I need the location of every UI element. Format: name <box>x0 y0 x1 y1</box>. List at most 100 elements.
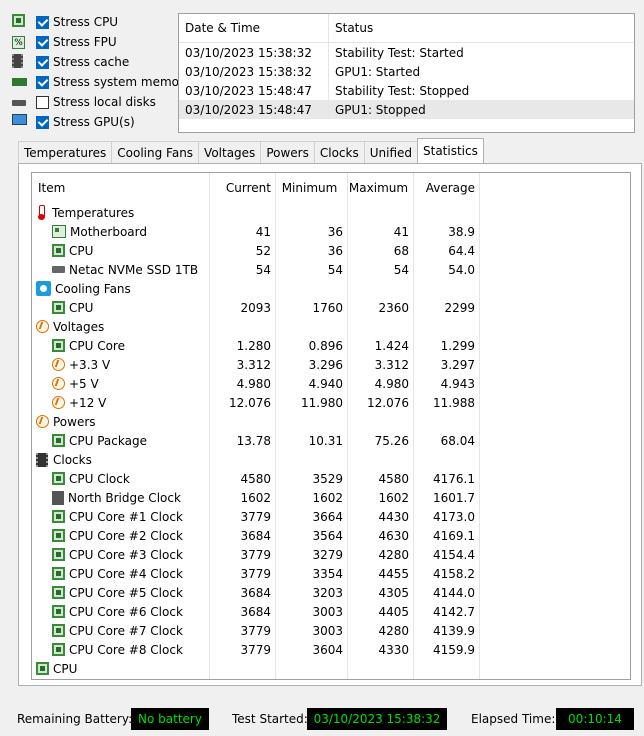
row-item: +5 V <box>32 377 209 391</box>
row-label: Voltages <box>53 319 105 334</box>
cpu-chip-icon <box>52 339 69 352</box>
row-average: 4139.9 <box>433 623 475 638</box>
row-item: Netac NVMe SSD 1TB <box>32 263 209 277</box>
table-row[interactable]: CPU Core #1 Clock 3779 3664 4430 4173.0 <box>32 507 630 526</box>
table-row[interactable]: CPU Clock 4580 3529 4580 4176.1 <box>32 469 630 488</box>
cpu-chip-icon <box>52 586 69 599</box>
group-row[interactable]: Powers <box>32 412 630 431</box>
table-row[interactable]: +3.3 V 3.312 3.296 3.312 3.297 <box>32 355 630 374</box>
table-row[interactable]: CPU 2093 1760 2360 2299 <box>32 298 630 317</box>
tab-powers[interactable]: Powers <box>260 141 315 163</box>
row-label: Clocks <box>53 452 92 467</box>
header-minimum[interactable]: Minimum <box>275 173 347 203</box>
row-average: 4154.4 <box>433 547 475 562</box>
tab-clocks[interactable]: Clocks <box>313 141 365 163</box>
table-row[interactable]: Netac NVMe SSD 1TB 54 54 54 54.0 <box>32 260 630 279</box>
stress-checkbox[interactable] <box>36 55 49 69</box>
table-row[interactable]: Motherboard 41 36 41 38.9 <box>32 222 630 241</box>
table-row[interactable]: North Bridge Clock 1602 1602 1602 1601.7 <box>32 488 630 507</box>
cpu-chip-icon <box>52 567 69 580</box>
stress-checkbox[interactable] <box>36 115 49 129</box>
log-row[interactable]: 03/10/2023 15:48:47 GPU1: Stopped <box>179 100 634 119</box>
table-row[interactable]: CPU Package 13.78 10.31 75.26 68.04 <box>32 431 630 450</box>
header-maximum[interactable]: Maximum <box>347 173 413 203</box>
cpu-chip-icon <box>52 548 69 561</box>
table-row[interactable]: CPU Core #6 Clock 3684 3003 4405 4142.7 <box>32 602 630 621</box>
stress-option-4[interactable]: Stress local disks <box>12 92 156 112</box>
row-current: 3684 <box>240 528 271 543</box>
voltage-icon <box>52 358 69 371</box>
group-row[interactable]: Clocks <box>32 450 630 469</box>
voltage-icon <box>36 320 53 333</box>
log-header-status[interactable]: Status <box>329 21 373 35</box>
row-minimum: 3203 <box>312 585 343 600</box>
table-row[interactable]: CPU Core #7 Clock 3779 3003 4280 4139.9 <box>32 621 630 640</box>
log-header-date[interactable]: Date & Time <box>179 14 329 42</box>
statistics-grid[interactable]: Item Current Minimum Maximum Average Tem… <box>31 172 631 680</box>
table-row[interactable]: +12 V 12.076 11.980 12.076 11.988 <box>32 393 630 412</box>
group-row[interactable]: Cooling Fans <box>32 279 630 298</box>
table-row[interactable]: +5 V 4.980 4.940 4.980 4.943 <box>32 374 630 393</box>
cpu-chip-icon <box>52 510 69 523</box>
table-row[interactable]: CPU Core #5 Clock 3684 3203 4305 4144.0 <box>32 583 630 602</box>
stress-option-2[interactable]: Stress cache <box>12 52 129 72</box>
log-row[interactable]: 03/10/2023 15:48:47 Stability Test: Stopp… <box>179 81 634 100</box>
row-current: 3779 <box>240 509 271 524</box>
stress-option-3[interactable]: Stress system memory <box>12 72 191 92</box>
stress-option-1[interactable]: % Stress FPU <box>12 32 117 52</box>
stress-checkbox[interactable] <box>36 95 49 109</box>
row-minimum: 3003 <box>312 623 343 638</box>
row-maximum: 4305 <box>378 585 409 600</box>
row-item: CPU Core #1 Clock <box>32 510 209 524</box>
status-log-table: Date & Time Status 03/10/2023 15:38:32 St… <box>178 13 635 133</box>
row-maximum: 4280 <box>378 623 409 638</box>
stress-checkbox[interactable] <box>36 75 49 89</box>
stress-option-label: Stress cache <box>53 55 130 69</box>
row-label: CPU <box>53 661 78 676</box>
elapsed-time-value: 00:10:14 <box>556 708 634 730</box>
stress-checkbox[interactable] <box>36 35 49 49</box>
log-status: Stability Test: Started <box>335 45 464 60</box>
tab-temperatures[interactable]: Temperatures <box>18 141 113 163</box>
group-row[interactable]: Voltages <box>32 317 630 336</box>
row-minimum: 3279 <box>312 547 343 562</box>
row-item: +3.3 V <box>32 358 209 372</box>
header-average[interactable]: Average <box>413 173 479 203</box>
group-row[interactable]: Temperatures <box>32 203 630 222</box>
log-row[interactable]: 03/10/2023 15:38:32 Stability Test: Start… <box>179 43 634 62</box>
row-minimum: 0.896 <box>308 338 343 353</box>
row-current: 41 <box>255 224 271 239</box>
row-label: CPU <box>69 243 94 258</box>
tab-statistics[interactable]: Statistics <box>417 138 484 163</box>
stress-option-5[interactable]: Stress GPU(s) <box>12 112 135 132</box>
table-row[interactable]: CPU 52 36 68 64.4 <box>32 241 630 260</box>
header-current[interactable]: Current <box>209 173 275 203</box>
table-row[interactable]: CPU Core 1.280 0.896 1.424 1.299 <box>32 336 630 355</box>
tab-unified[interactable]: Unified <box>363 141 418 163</box>
row-minimum: 3664 <box>312 509 343 524</box>
row-item: Voltages <box>32 320 209 334</box>
cpu-chip-icon <box>52 643 69 656</box>
table-row[interactable]: CPU Core #4 Clock 3779 3354 4455 4158.2 <box>32 564 630 583</box>
row-average: 3.297 <box>440 357 475 372</box>
row-label: CPU Core #5 Clock <box>69 585 183 600</box>
stress-checkbox[interactable] <box>36 15 49 29</box>
row-average: 4144.0 <box>433 585 475 600</box>
row-current: 52 <box>255 243 271 258</box>
table-row[interactable]: CPU Core #8 Clock 3779 3604 4330 4159.9 <box>32 640 630 659</box>
tab-cooling-fans[interactable]: Cooling Fans <box>111 141 200 163</box>
group-row[interactable]: CPU <box>32 659 630 678</box>
row-label: CPU Core <box>69 338 125 353</box>
stress-option-0[interactable]: Stress CPU <box>12 12 118 32</box>
row-current: 2093 <box>240 300 271 315</box>
row-average: 11.988 <box>433 395 475 410</box>
table-row[interactable]: CPU Core #2 Clock 3684 3564 4630 4169.1 <box>32 526 630 545</box>
table-row[interactable]: CPU Core #3 Clock 3779 3279 4280 4154.4 <box>32 545 630 564</box>
row-item: CPU <box>32 301 209 315</box>
tab-voltages[interactable]: Voltages <box>198 141 262 163</box>
row-item: CPU Core #2 Clock <box>32 529 209 543</box>
motherboard-icon <box>52 225 70 238</box>
header-item[interactable]: Item <box>32 181 209 195</box>
log-row[interactable]: 03/10/2023 15:38:32 GPU1: Started <box>179 62 634 81</box>
cache-icon <box>12 54 28 70</box>
